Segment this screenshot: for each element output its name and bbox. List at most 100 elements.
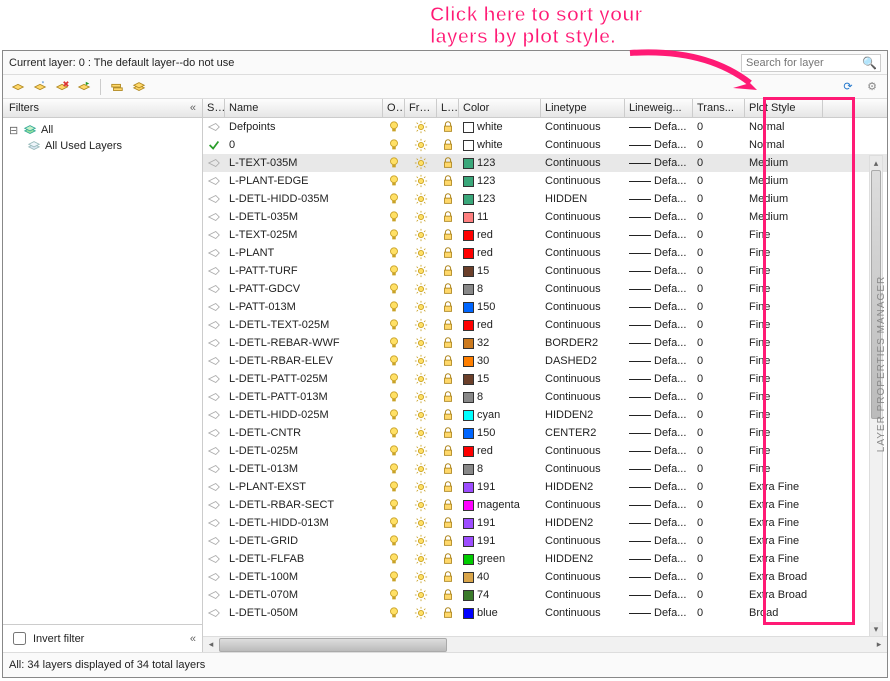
plotstyle-cell[interactable]: Fine [745,463,823,475]
lineweight-cell[interactable]: Defa... [625,481,693,493]
sun-icon[interactable] [405,552,437,566]
color-cell[interactable]: 15 [459,265,541,277]
color-cell[interactable]: red [459,229,541,241]
color-cell[interactable]: red [459,247,541,259]
lineweight-cell[interactable]: Defa... [625,553,693,565]
lineweight-cell[interactable]: Defa... [625,337,693,349]
linetype-cell[interactable]: BORDER2 [541,337,625,349]
plotstyle-cell[interactable]: Medium [745,175,823,187]
table-row[interactable]: L-DETL-100M40ContinuousDefa...0Extra Bro… [203,568,887,586]
color-cell[interactable]: 32 [459,337,541,349]
color-cell[interactable]: 123 [459,193,541,205]
plotstyle-cell[interactable]: Extra Fine [745,517,823,529]
sun-icon[interactable] [405,534,437,548]
color-cell[interactable]: 8 [459,391,541,403]
lineweight-cell[interactable]: Defa... [625,571,693,583]
color-cell[interactable]: 191 [459,481,541,493]
plotstyle-cell[interactable]: Normal [745,139,823,151]
bulb-icon[interactable] [383,462,405,476]
plotstyle-cell[interactable]: Fine [745,391,823,403]
lock-icon[interactable] [437,192,459,206]
table-row[interactable]: L-DETL-070M74ContinuousDefa...0Extra Bro… [203,586,887,604]
sun-icon[interactable] [405,372,437,386]
linetype-cell[interactable]: Continuous [541,373,625,385]
lock-icon[interactable] [437,498,459,512]
color-cell[interactable]: white [459,121,541,133]
bulb-icon[interactable] [383,408,405,422]
sun-icon[interactable] [405,120,437,134]
sun-icon[interactable] [405,156,437,170]
lock-icon[interactable] [437,444,459,458]
plotstyle-cell[interactable]: Fine [745,319,823,331]
col-status[interactable]: S... [203,99,225,117]
table-row[interactable]: L-DETL-PATT-013M8ContinuousDefa...0Fine [203,388,887,406]
transparency-cell[interactable]: 0 [693,229,745,241]
bulb-icon[interactable] [383,246,405,260]
bulb-icon[interactable] [383,444,405,458]
lineweight-cell[interactable]: Defa... [625,229,693,241]
lineweight-cell[interactable]: Defa... [625,391,693,403]
transparency-cell[interactable]: 0 [693,499,745,511]
lineweight-cell[interactable]: Defa... [625,355,693,367]
table-row[interactable]: L-DETL-TEXT-025MredContinuousDefa...0Fin… [203,316,887,334]
sun-icon[interactable] [405,210,437,224]
bulb-icon[interactable] [383,336,405,350]
transparency-cell[interactable]: 0 [693,463,745,475]
scroll-up-icon[interactable]: ▴ [870,156,882,170]
sun-icon[interactable] [405,480,437,494]
transparency-cell[interactable]: 0 [693,445,745,457]
table-row[interactable]: L-PLANT-EDGE123ContinuousDefa...0Medium [203,172,887,190]
plotstyle-cell[interactable]: Fine [745,229,823,241]
plotstyle-cell[interactable]: Extra Broad [745,571,823,583]
sun-icon[interactable] [405,264,437,278]
plotstyle-cell[interactable]: Medium [745,157,823,169]
plotstyle-cell[interactable]: Fine [745,247,823,259]
linetype-cell[interactable]: Continuous [541,499,625,511]
bulb-icon[interactable] [383,534,405,548]
color-cell[interactable]: 15 [459,373,541,385]
bulb-icon[interactable] [383,282,405,296]
sun-icon[interactable] [405,444,437,458]
lineweight-cell[interactable]: Defa... [625,499,693,511]
horizontal-scrollbar[interactable]: ◂ ▸ [203,636,887,652]
lineweight-cell[interactable]: Defa... [625,427,693,439]
sun-icon[interactable] [405,282,437,296]
plotstyle-cell[interactable]: Fine [745,445,823,457]
transparency-cell[interactable]: 0 [693,535,745,547]
color-cell[interactable]: green [459,553,541,565]
col-color[interactable]: Color [459,99,541,117]
sun-icon[interactable] [405,498,437,512]
bulb-icon[interactable] [383,570,405,584]
lock-icon[interactable] [437,462,459,476]
plotstyle-cell[interactable]: Extra Fine [745,481,823,493]
lock-icon[interactable] [437,534,459,548]
bulb-icon[interactable] [383,120,405,134]
bulb-icon[interactable] [383,228,405,242]
lock-icon[interactable] [437,570,459,584]
color-cell[interactable]: blue [459,607,541,619]
col-linetype[interactable]: Linetype [541,99,625,117]
lock-icon[interactable] [437,408,459,422]
plotstyle-cell[interactable]: Fine [745,373,823,385]
bulb-icon[interactable] [383,318,405,332]
bulb-icon[interactable] [383,426,405,440]
table-row[interactable]: L-PLANTredContinuousDefa...0Fine [203,244,887,262]
col-lineweight[interactable]: Lineweig... [625,99,693,117]
table-row[interactable]: L-DETL-HIDD-035M123HIDDENDefa...0Medium [203,190,887,208]
scroll-right-icon[interactable]: ▸ [871,638,887,652]
lineweight-cell[interactable]: Defa... [625,211,693,223]
layer-group-button[interactable] [130,78,148,96]
lock-icon[interactable] [437,606,459,620]
lineweight-cell[interactable]: Defa... [625,463,693,475]
bulb-icon[interactable] [383,210,405,224]
lineweight-cell[interactable]: Defa... [625,301,693,313]
plotstyle-cell[interactable]: Extra Fine [745,535,823,547]
lineweight-cell[interactable]: Defa... [625,607,693,619]
transparency-cell[interactable]: 0 [693,247,745,259]
transparency-cell[interactable]: 0 [693,193,745,205]
plotstyle-cell[interactable]: Fine [745,355,823,367]
lock-icon[interactable] [437,426,459,440]
bulb-icon[interactable] [383,354,405,368]
transparency-cell[interactable]: 0 [693,391,745,403]
bulb-icon[interactable] [383,300,405,314]
